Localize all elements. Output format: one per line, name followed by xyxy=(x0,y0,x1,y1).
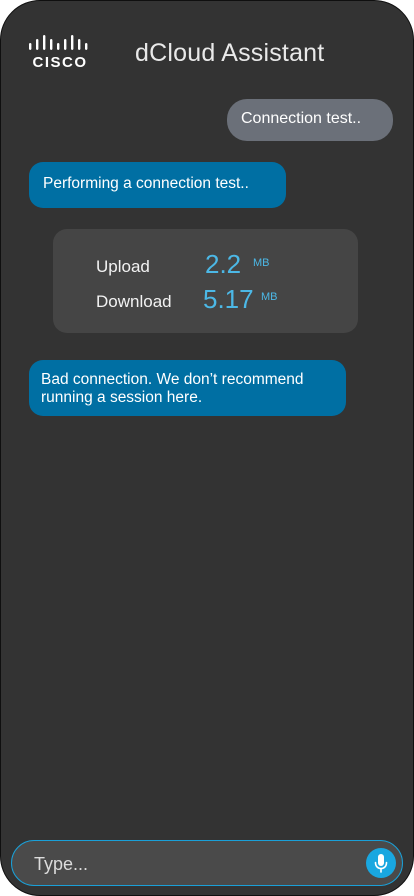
microphone-icon xyxy=(374,854,388,873)
app-frame: CISCO dCloud Assistant Connection test..… xyxy=(0,0,414,896)
cisco-logo: CISCO xyxy=(27,33,93,73)
header: CISCO dCloud Assistant xyxy=(1,1,413,91)
user-message-bubble: Connection test.. xyxy=(227,99,393,141)
logo-wordmark: CISCO xyxy=(32,54,88,71)
app-title: dCloud Assistant xyxy=(135,39,325,67)
download-unit: MB xyxy=(261,291,278,303)
upload-value: 2.2 xyxy=(205,249,242,279)
cisco-logo-icon xyxy=(29,35,88,50)
message-composer xyxy=(11,840,403,886)
download-label: Download xyxy=(96,292,172,311)
bot-message-bubble: Performing a connection test.. xyxy=(29,162,286,208)
message-input[interactable] xyxy=(32,849,356,879)
mic-button[interactable] xyxy=(366,848,396,878)
upload-unit: MB xyxy=(253,257,270,269)
bot-result-bubble: Bad connection. We don’t recommend runni… xyxy=(29,360,346,416)
speed-test-card: Upload 2.2 MB Download 5.17 MB xyxy=(53,229,358,333)
upload-label: Upload xyxy=(96,257,150,276)
download-value: 5.17 xyxy=(203,284,254,314)
